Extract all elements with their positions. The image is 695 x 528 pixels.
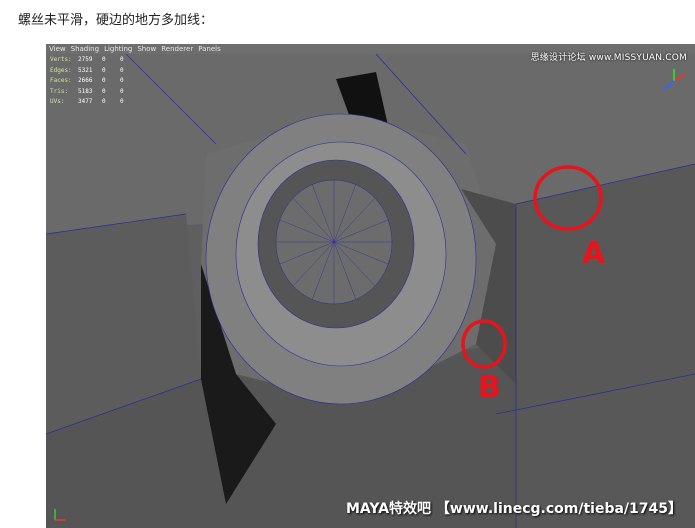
label-a: A (582, 236, 606, 271)
article-caption: 螺丝未平滑，硬边的地方多加线： (18, 13, 214, 28)
circle-b (461, 319, 507, 369)
maya-viewport[interactable]: View Shading Lighting Show Renderer Pane… (46, 44, 695, 528)
circle-a (533, 165, 603, 231)
annotation-marks (461, 165, 603, 369)
watermark-bottom: MAYA特效吧 【www.linecg.com/tieba/1745】 (346, 501, 683, 517)
axis-indicator-icon (54, 509, 66, 521)
label-b: B (478, 370, 501, 405)
